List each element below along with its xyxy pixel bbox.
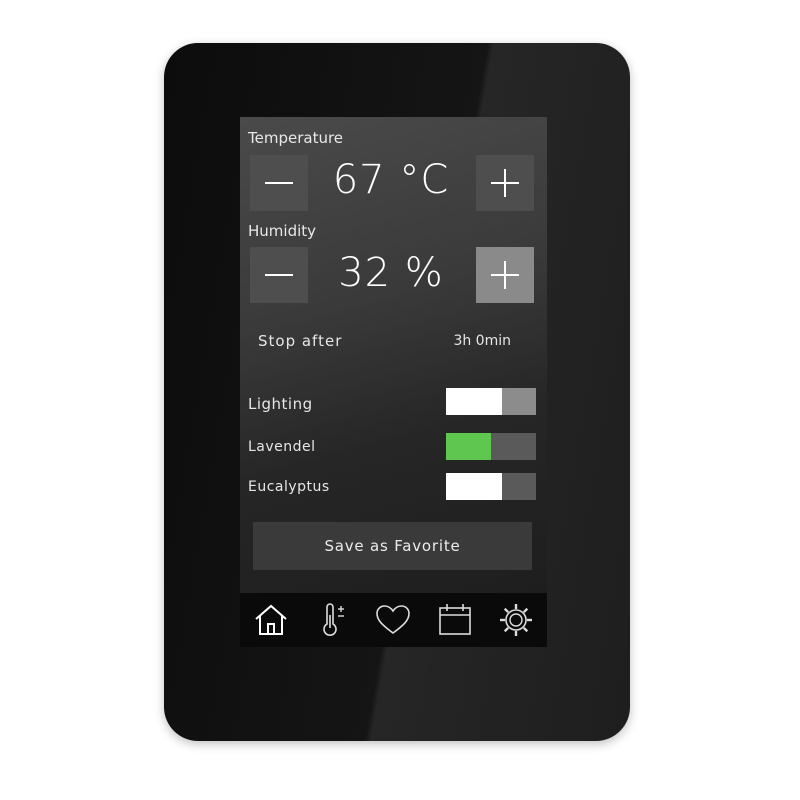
humidity-decrease-button[interactable] — [250, 247, 308, 303]
eucalyptus-label: Eucalyptus — [248, 479, 330, 495]
toggle-track — [502, 388, 536, 415]
humidity-increase-button[interactable] — [476, 247, 534, 303]
calendar-icon — [439, 604, 471, 635]
minus-icon — [265, 182, 293, 184]
nav-temperature[interactable] — [310, 598, 354, 642]
eucalyptus-toggle[interactable] — [446, 473, 536, 500]
humidity-value: 32 % — [338, 250, 444, 296]
save-as-favorite-button[interactable]: Save as Favorite — [253, 522, 532, 570]
lighting-toggle[interactable] — [446, 388, 536, 415]
toggle-knob — [446, 473, 502, 500]
stop-after-label: Stop after — [258, 332, 343, 350]
humidity-label: Humidity — [248, 222, 317, 240]
nav-settings[interactable] — [494, 598, 538, 642]
minus-icon — [265, 274, 293, 276]
toggle-knob — [446, 433, 491, 460]
temperature-label: Temperature — [248, 129, 344, 147]
plus-icon — [491, 169, 519, 197]
nav-favorites[interactable] — [371, 598, 415, 642]
heart-icon — [376, 605, 411, 634]
touch-screen: Temperature 67 °C Humidity 32 % Stop aft… — [240, 117, 547, 647]
bottom-navigation — [240, 593, 547, 647]
gear-icon — [500, 604, 533, 636]
temperature-value: 67 °C — [332, 157, 450, 203]
toggle-knob — [446, 388, 502, 415]
temperature-increase-button[interactable] — [476, 155, 534, 211]
toggle-track — [502, 473, 536, 500]
lighting-label: Lighting — [248, 395, 313, 413]
nav-home[interactable] — [249, 598, 293, 642]
thermometer-plus-icon — [323, 603, 345, 636]
nav-schedule[interactable] — [433, 598, 477, 642]
lavendel-label: Lavendel — [248, 439, 316, 455]
stop-after-value[interactable]: 3h 0min — [453, 333, 511, 349]
temperature-decrease-button[interactable] — [250, 155, 308, 211]
plus-icon — [491, 261, 519, 289]
home-icon — [255, 604, 287, 635]
toggle-track — [491, 433, 536, 460]
lavendel-toggle[interactable] — [446, 433, 536, 460]
